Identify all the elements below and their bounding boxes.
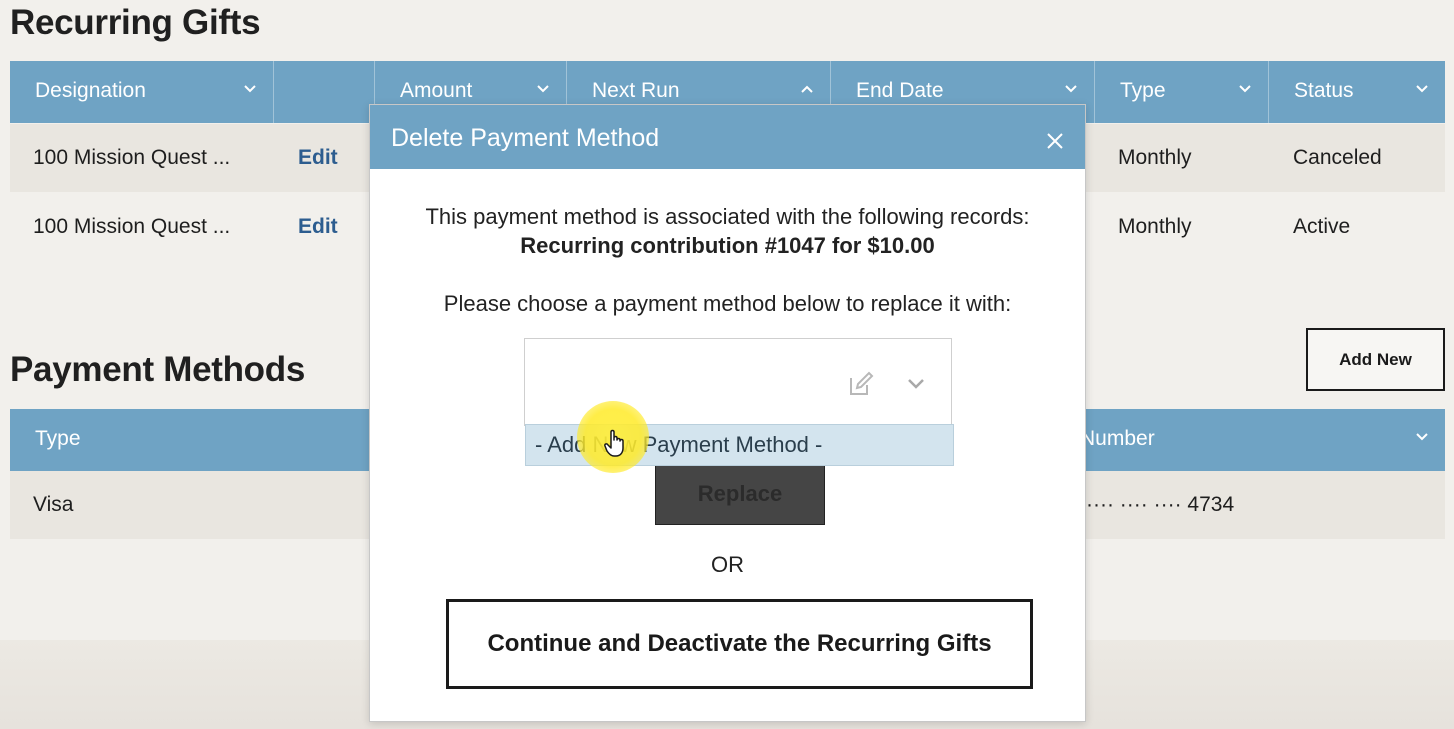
modal-header: Delete Payment Method (370, 105, 1085, 169)
type-cell: Visa (33, 493, 74, 516)
column-label: Type (1120, 79, 1166, 102)
chevron-down-icon (1415, 82, 1428, 94)
payment-methods-title: Payment Methods (10, 350, 305, 389)
deactivate-recurring-gifts-button[interactable]: Continue and Deactivate the Recurring Gi… (446, 599, 1033, 689)
delete-payment-method-modal: Delete Payment Method This payment metho… (369, 104, 1086, 722)
column-header-status[interactable]: Status (1269, 61, 1445, 123)
chevron-up-icon (800, 82, 813, 94)
edit-link[interactable]: Edit (298, 146, 338, 170)
payment-method-select[interactable] (524, 338, 952, 426)
designation-cell: 100 Mission Quest ... (33, 215, 231, 238)
column-label: End Date (856, 79, 944, 102)
type-cell: Monthly (1118, 146, 1192, 169)
add-new-payment-button[interactable]: Add New (1306, 328, 1445, 391)
column-label: Number (1080, 427, 1155, 450)
dropdown-option-add-new[interactable]: - Add New Payment Method - (525, 424, 954, 466)
choose-payment-text: Please choose a payment method below to … (443, 291, 1012, 316)
associated-records-text: This payment method is associated with t… (425, 204, 1030, 229)
chevron-down-icon (1238, 82, 1251, 94)
column-header-actions (274, 61, 375, 123)
or-separator: OR (711, 552, 744, 577)
status-cell: Active (1293, 215, 1351, 238)
recurring-gifts-title: Recurring Gifts (10, 3, 261, 42)
number-cell: ···· ···· ···· 4734 (1086, 493, 1235, 516)
designation-cell: 100 Mission Quest ... (33, 146, 231, 169)
chevron-down-icon (536, 82, 549, 94)
edit-icon[interactable] (847, 370, 875, 398)
status-cell: Canceled (1293, 146, 1382, 169)
replace-button[interactable]: Replace (655, 462, 825, 525)
modal-title: Delete Payment Method (391, 124, 660, 152)
record-text: Recurring contribution #1047 for $10.00 (520, 233, 935, 258)
column-label: Status (1294, 79, 1354, 102)
column-label: Type (35, 427, 81, 450)
chevron-down-icon (243, 82, 256, 94)
edit-link[interactable]: Edit (298, 215, 338, 239)
close-icon[interactable] (1045, 131, 1065, 151)
chevron-down-icon[interactable] (906, 374, 926, 394)
chevron-down-icon (1415, 430, 1428, 442)
column-label: Amount (400, 79, 473, 102)
type-cell: Monthly (1118, 215, 1192, 238)
column-header-type[interactable]: Type (1095, 61, 1269, 123)
column-label: Designation (35, 79, 146, 102)
column-header-number[interactable]: Number (1060, 409, 1445, 471)
column-header-designation[interactable]: Designation (10, 61, 274, 123)
chevron-down-icon (1064, 82, 1077, 94)
column-label: Next Run (592, 79, 680, 102)
